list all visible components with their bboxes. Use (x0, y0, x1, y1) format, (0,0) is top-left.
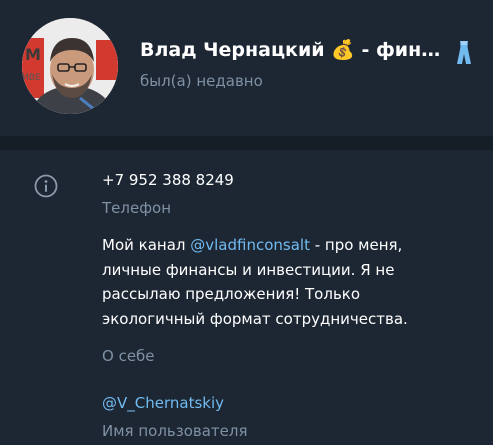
bio-line-1-rest: - про меня, (309, 236, 403, 254)
phone-label: Телефон (102, 199, 172, 217)
bio-line-1: Мой канал @vladfinconsalt - про меня, (102, 233, 462, 258)
profile-header: M ИВЕ Влад Чернацкий 💰 - фина... был(а) … (0, 0, 493, 136)
profile-name: Влад Чернацкий 💰 - фина... (140, 39, 445, 61)
profile-info-section: +7 952 388 8249 Телефон Мой канал @vladf… (0, 150, 493, 445)
bio-line-3: рассылаю предложения! Только (102, 285, 361, 303)
username-value[interactable]: @V_Chernatskiy (102, 391, 224, 415)
avatar-logo-text: M (25, 45, 41, 64)
bio-prefix: Мой канал (102, 236, 191, 254)
avatar[interactable]: M ИВЕ (22, 18, 118, 114)
bio-channel-link[interactable]: @vladfinconsalt (190, 236, 310, 254)
info-circle-icon (34, 174, 58, 198)
phone-value[interactable]: +7 952 388 8249 (102, 168, 234, 192)
bio-line-4: экологичный формат сотрудничества. (102, 309, 408, 328)
avatar-photo: M ИВЕ (22, 18, 118, 114)
bio-text: Мой канал @vladfinconsalt - про меня, ли… (102, 233, 462, 331)
bio-label: О себе (102, 347, 155, 365)
channel-flag-icon[interactable] (455, 40, 473, 66)
username-label: Имя пользователя (102, 422, 248, 440)
profile-status: был(а) недавно (140, 72, 263, 90)
section-separator (0, 136, 493, 150)
avatar-bg-text: ИВЕ (22, 73, 41, 83)
bio-line-2: личные финансы и инвестиции. Я не (102, 260, 395, 279)
